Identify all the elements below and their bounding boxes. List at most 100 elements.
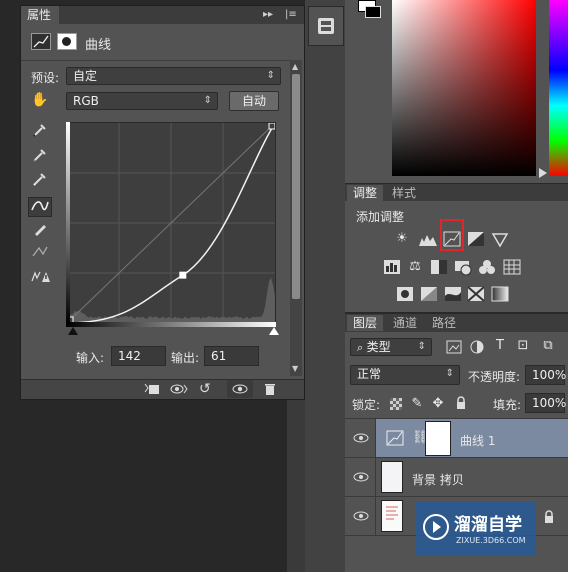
properties-dock-icon[interactable] [316,16,336,36]
tab-adjustments[interactable]: 调整 [347,185,383,201]
blend-mode-value: 正常 [357,367,381,381]
sample-highlight-eyedropper-icon[interactable] [29,171,51,191]
scroll-thumb[interactable] [292,74,300,299]
output-label: 输出: [171,349,199,366]
clipping-warning-icon[interactable] [29,268,51,288]
updown-icon: ⇕ [267,68,275,84]
color-lookup-icon[interactable] [503,259,521,275]
scroll-up-icon[interactable]: ▲ [292,62,298,71]
auto-button[interactable]: 自动 [229,91,279,111]
visibility-eye-icon[interactable] [352,432,370,444]
invert-icon[interactable] [396,286,414,302]
layer-filter-select[interactable]: ⌕ 类型 ⇕ [350,338,432,356]
black-point-slider[interactable] [68,327,78,335]
lock-image-brush-icon[interactable]: ✎ [410,396,424,412]
visibility-eye-icon[interactable] [352,471,370,483]
gradient-map-icon[interactable] [491,286,509,302]
sample-shadow-eyedropper-icon[interactable] [29,122,51,142]
pencil-icon[interactable] [29,221,51,241]
search-icon: ⌕ [357,341,367,354]
properties-footer [21,379,304,399]
channel-mixer-icon[interactable] [478,259,496,275]
vibrance-icon[interactable] [491,232,509,248]
filter-pixel-icon[interactable] [446,340,462,354]
lock-all-icon[interactable] [455,396,467,410]
scroll-down-icon[interactable]: ▼ [292,364,298,373]
levels-icon[interactable] [418,231,438,247]
preset-label: 预设: [31,69,59,86]
output-gradient-bar [66,122,70,324]
selective-color-icon[interactable] [467,286,485,302]
tab-properties[interactable]: 属性 [21,6,59,24]
background-swatch[interactable] [365,6,381,18]
hue-saturation-icon[interactable] [383,259,401,275]
input-field[interactable]: 142 [111,346,166,366]
filter-type-icon[interactable]: T [493,338,507,354]
tab-styles[interactable]: 样式 [386,185,422,201]
layer-lock-icon [543,510,555,524]
fill-field[interactable]: 100% [525,393,565,413]
updown-icon: ⇕ [446,366,454,382]
posterize-icon[interactable] [420,286,438,302]
visibility-eye-icon[interactable] [227,380,253,398]
curve-point[interactable] [269,123,275,129]
layer-thumbnail[interactable] [381,461,403,493]
black-white-icon[interactable] [430,259,448,275]
layer-mask-thumbnail[interactable] [426,422,450,455]
hue-pointer[interactable] [539,168,547,178]
preset-select[interactable]: 自定 ⇕ [66,67,281,85]
color-balance-icon[interactable]: ⚖ [406,259,424,275]
properties-tabbar [21,6,304,24]
blend-mode-select[interactable]: 正常 ⇕ [350,365,460,385]
mask-icon[interactable] [57,33,77,50]
exposure-icon[interactable] [467,231,485,247]
tab-channels[interactable]: 通道 [387,315,423,331]
visibility-eye-icon[interactable] [352,510,370,522]
edit-points-curve-icon[interactable] [28,197,52,217]
layer-name[interactable]: 曲线 1 [460,432,495,449]
white-point-slider[interactable] [269,327,279,335]
threshold-icon[interactable] [444,286,462,302]
curves-highlight-box [440,219,464,251]
panel-menu-icon[interactable]: |≡ [285,6,297,24]
input-gradient-bar [66,322,276,327]
view-previous-state-icon[interactable] [169,382,189,396]
brightness-contrast-icon[interactable]: ☀ [393,231,411,247]
reset-icon[interactable]: ↺ [199,382,217,396]
filter-shape-icon[interactable]: ⊡ [516,338,530,354]
curve-point[interactable] [180,272,186,278]
workspace-strip [305,0,345,572]
chain-link-icon[interactable]: ⛓ [412,430,424,446]
preset-value: 自定 [73,69,97,83]
hue-slider[interactable] [549,0,568,176]
lock-position-move-icon[interactable]: ✥ [431,396,445,412]
channel-select[interactable]: RGB ⇕ [66,92,218,110]
hand-target-icon[interactable]: ✋ [31,92,53,110]
curve-graph[interactable] [66,122,276,324]
layer-thumbnail[interactable] [381,500,403,532]
filter-adjustment-icon[interactable] [470,340,484,354]
tab-layers[interactable]: 图层 [347,315,383,331]
output-field[interactable]: 61 [204,346,259,366]
photo-filter-icon[interactable] [454,259,474,277]
delete-trash-icon[interactable] [263,382,277,396]
opacity-label: 不透明度: [468,368,520,385]
clip-to-layer-icon[interactable] [143,382,161,396]
collapse-icon[interactable]: ▸▸ [263,6,273,24]
opacity-field[interactable]: 100% [525,365,565,385]
channel-value: RGB [73,94,99,108]
filter-value: 类型 [367,340,391,354]
layer-name[interactable]: 背景 拷贝 [412,471,464,488]
sample-gray-eyedropper-icon[interactable] [29,147,51,167]
watermark-title: 溜溜自学 [454,510,522,535]
filter-smart-object-icon[interactable]: ⧉ [541,338,555,354]
color-field[interactable] [392,0,536,176]
updown-icon: ⇕ [418,339,426,355]
tab-paths[interactable]: 路径 [426,315,462,331]
add-adjustment-label: 添加调整 [356,208,404,225]
watermark-logo [422,513,450,541]
input-label: 输入: [76,349,104,366]
curves-adjustment-icon [386,430,404,446]
smooth-curve-icon[interactable] [29,244,51,264]
lock-transparent-icon[interactable] [390,398,402,410]
